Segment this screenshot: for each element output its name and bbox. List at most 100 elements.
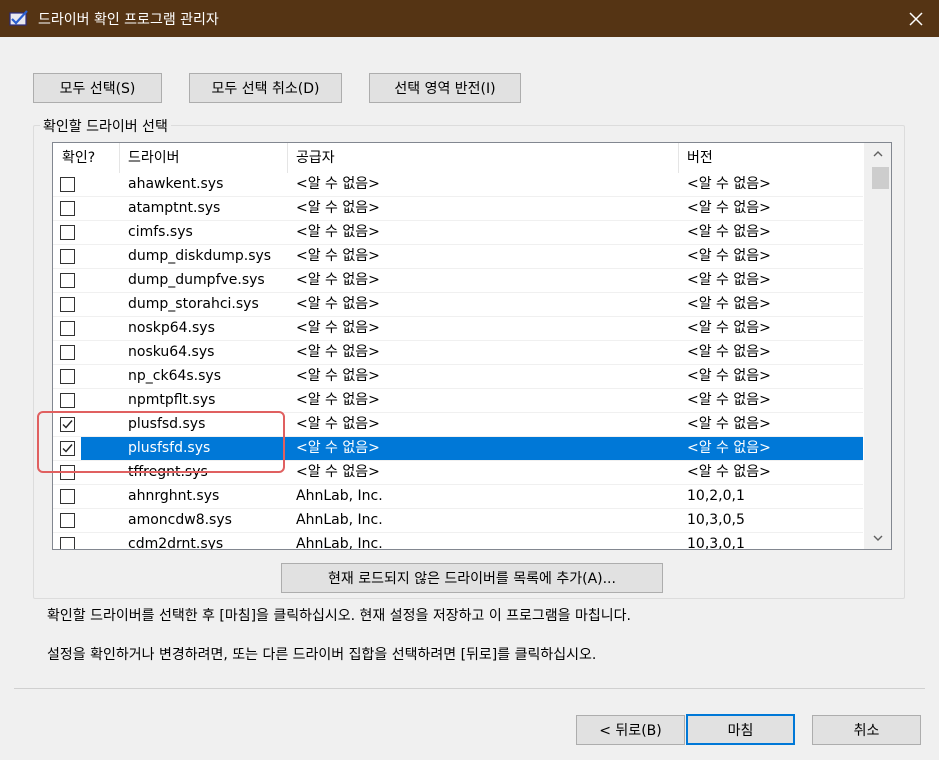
- footer-divider: [14, 688, 925, 689]
- provider-cell: <알 수 없음>: [296, 176, 380, 192]
- row-checkbox[interactable]: [60, 345, 75, 360]
- row-checkbox[interactable]: [60, 297, 75, 312]
- version-cell: <알 수 없음>: [687, 320, 771, 336]
- column-header-verify[interactable]: 확인?: [53, 143, 119, 173]
- provider-cell: AhnLab, Inc.: [296, 536, 383, 549]
- version-cell: <알 수 없음>: [687, 224, 771, 240]
- row-checkbox[interactable]: [60, 177, 75, 192]
- provider-cell: <알 수 없음>: [296, 368, 380, 384]
- scrollbar-thumb[interactable]: [872, 167, 889, 189]
- row-checkbox[interactable]: [60, 393, 75, 408]
- driver-name-cell: dump_storahci.sys: [128, 296, 259, 312]
- driver-name-cell: noskp64.sys: [128, 320, 215, 336]
- driver-name-cell: plusfsfd.sys: [128, 440, 211, 456]
- table-row[interactable]: dump_diskdump.sys <알 수 없음> <알 수 없음>: [53, 245, 863, 269]
- back-button[interactable]: < 뒤로(B): [576, 715, 685, 745]
- version-cell: 10,3,0,5: [687, 512, 745, 528]
- checkmark-icon: [62, 420, 73, 429]
- version-cell: <알 수 없음>: [687, 248, 771, 264]
- version-cell: 10,3,0,1: [687, 536, 745, 549]
- column-header-version[interactable]: 버전: [678, 143, 863, 173]
- table-row[interactable]: ahawkent.sys <알 수 없음> <알 수 없음>: [53, 173, 863, 197]
- row-checkbox[interactable]: [60, 513, 75, 528]
- invert-selection-button[interactable]: 선택 영역 반전(I): [369, 73, 521, 103]
- row-checkbox[interactable]: [60, 441, 75, 456]
- table-row[interactable]: nosku64.sys <알 수 없음> <알 수 없음>: [53, 341, 863, 365]
- provider-cell: <알 수 없음>: [296, 440, 380, 456]
- table-row[interactable]: dump_storahci.sys <알 수 없음> <알 수 없음>: [53, 293, 863, 317]
- driver-verifier-icon: [9, 9, 29, 27]
- finish-button[interactable]: 마침: [686, 714, 795, 745]
- driver-list[interactable]: 확인? 드라이버 공급자 버전 ahawkent.sys <알 수 없음> <알 수…: [52, 142, 892, 550]
- version-cell: <알 수 없음>: [687, 272, 771, 288]
- row-checkbox[interactable]: [60, 249, 75, 264]
- row-checkbox[interactable]: [60, 273, 75, 288]
- driver-name-cell: atamptnt.sys: [128, 200, 221, 216]
- driver-name-cell: plusfsd.sys: [128, 416, 206, 432]
- version-cell: 10,2,0,1: [687, 488, 745, 504]
- title-bar: 드라이버 확인 프로그램 관리자: [0, 0, 939, 37]
- version-cell: <알 수 없음>: [687, 176, 771, 192]
- row-checkbox[interactable]: [60, 465, 75, 480]
- table-row[interactable]: noskp64.sys <알 수 없음> <알 수 없음>: [53, 317, 863, 341]
- close-button[interactable]: [893, 0, 939, 37]
- provider-cell: <알 수 없음>: [296, 344, 380, 360]
- table-row[interactable]: tffregnt.sys <알 수 없음> <알 수 없음>: [53, 461, 863, 485]
- version-cell: <알 수 없음>: [687, 296, 771, 312]
- table-row[interactable]: ahnrghnt.sys AhnLab, Inc. 10,2,0,1: [53, 485, 863, 509]
- provider-cell: <알 수 없음>: [296, 416, 380, 432]
- info-text-finish: 확인할 드라이버를 선택한 후 [마침]을 클릭하십시오. 현재 설정을 저장하…: [47, 608, 631, 624]
- driver-name-cell: dump_diskdump.sys: [128, 248, 272, 264]
- table-row[interactable]: plusfsd.sys <알 수 없음> <알 수 없음>: [53, 413, 863, 437]
- table-row[interactable]: plusfsfd.sys <알 수 없음> <알 수 없음>: [53, 437, 863, 461]
- row-checkbox[interactable]: [60, 417, 75, 432]
- row-checkbox[interactable]: [60, 369, 75, 384]
- provider-cell: <알 수 없음>: [296, 224, 380, 240]
- driver-name-cell: tffregnt.sys: [128, 464, 208, 480]
- provider-cell: <알 수 없음>: [296, 392, 380, 408]
- cancel-button[interactable]: 취소: [812, 715, 921, 745]
- table-row[interactable]: npmtpflt.sys <알 수 없음> <알 수 없음>: [53, 389, 863, 413]
- provider-cell: <알 수 없음>: [296, 296, 380, 312]
- add-unloaded-drivers-button[interactable]: 현재 로드되지 않은 드라이버를 목록에 추가(A)...: [281, 563, 663, 593]
- group-label: 확인할 드라이버 선택: [40, 116, 171, 136]
- table-row[interactable]: cimfs.sys <알 수 없음> <알 수 없음>: [53, 221, 863, 245]
- driver-name-cell: nosku64.sys: [128, 344, 215, 360]
- provider-cell: AhnLab, Inc.: [296, 488, 383, 504]
- table-row[interactable]: np_ck64s.sys <알 수 없음> <알 수 없음>: [53, 365, 863, 389]
- deselect-all-button[interactable]: 모두 선택 취소(D): [189, 73, 342, 103]
- provider-cell: AhnLab, Inc.: [296, 512, 383, 528]
- driver-name-cell: dump_dumpfve.sys: [128, 272, 265, 288]
- row-checkbox[interactable]: [60, 225, 75, 240]
- table-row[interactable]: cdm2drnt.sys AhnLab, Inc. 10,3,0,1: [53, 533, 863, 549]
- version-cell: <알 수 없음>: [687, 416, 771, 432]
- select-all-button[interactable]: 모두 선택(S): [33, 73, 162, 103]
- column-header-provider[interactable]: 공급자: [287, 143, 678, 173]
- row-checkbox[interactable]: [60, 489, 75, 504]
- version-cell: <알 수 없음>: [687, 344, 771, 360]
- version-cell: <알 수 없음>: [687, 392, 771, 408]
- version-cell: <알 수 없음>: [687, 464, 771, 480]
- table-row[interactable]: atamptnt.sys <알 수 없음> <알 수 없음>: [53, 197, 863, 221]
- provider-cell: <알 수 없음>: [296, 248, 380, 264]
- row-checkbox[interactable]: [60, 321, 75, 336]
- provider-cell: <알 수 없음>: [296, 320, 380, 336]
- scroll-down-icon[interactable]: [864, 527, 891, 549]
- driver-name-cell: cdm2drnt.sys: [128, 536, 224, 549]
- checkmark-icon: [62, 444, 73, 453]
- table-row[interactable]: dump_dumpfve.sys <알 수 없음> <알 수 없음>: [53, 269, 863, 293]
- column-header-driver[interactable]: 드라이버: [119, 143, 287, 173]
- list-header: 확인? 드라이버 공급자 버전: [53, 143, 863, 173]
- provider-cell: <알 수 없음>: [296, 200, 380, 216]
- driver-name-cell: ahawkent.sys: [128, 176, 224, 192]
- vertical-scrollbar[interactable]: [864, 143, 891, 549]
- row-checkbox[interactable]: [60, 201, 75, 216]
- provider-cell: <알 수 없음>: [296, 464, 380, 480]
- scroll-up-icon[interactable]: [864, 143, 891, 165]
- window-title: 드라이버 확인 프로그램 관리자: [38, 12, 219, 28]
- version-cell: <알 수 없음>: [687, 368, 771, 384]
- info-text-back: 설정을 확인하거나 변경하려면, 또는 다른 드라이버 집합을 선택하려면 [뒤…: [47, 647, 597, 663]
- table-row[interactable]: amoncdw8.sys AhnLab, Inc. 10,3,0,5: [53, 509, 863, 533]
- row-checkbox[interactable]: [60, 537, 75, 549]
- version-cell: <알 수 없음>: [687, 200, 771, 216]
